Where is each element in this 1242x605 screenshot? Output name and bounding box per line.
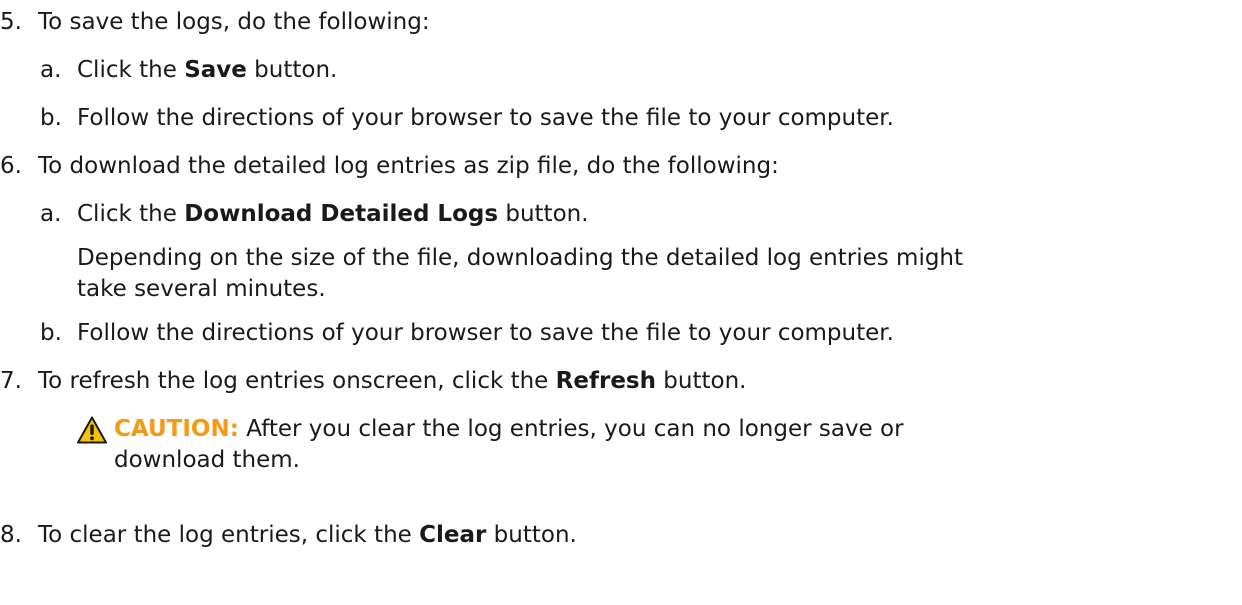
step-text-pre: Click the: [77, 201, 185, 227]
step-5a: a. Click the Save button.: [40, 55, 338, 85]
step-5b: b. Follow the directions of your browser…: [40, 103, 894, 133]
step-7: 7. To refresh the log entries onscreen, …: [0, 366, 747, 396]
step-number: 7.: [0, 368, 22, 394]
ui-term-save: Save: [184, 57, 247, 83]
substep-letter: a.: [40, 201, 62, 227]
step-number: 6.: [0, 153, 22, 179]
step-text-pre: To clear the log entries, click the: [38, 522, 420, 548]
step-text: Follow the directions of your browser to…: [77, 320, 894, 346]
step-6a-note: Depending on the size of the file, downl…: [77, 243, 963, 305]
step-number: 5.: [0, 9, 22, 35]
step-text: To download the detailed log entries as …: [38, 153, 779, 179]
step-text: To save the logs, do the following:: [38, 9, 430, 35]
substep-letter: b.: [40, 320, 62, 346]
step-text-post: button.: [246, 57, 338, 83]
step-6: 6. To download the detailed log entries …: [0, 151, 779, 181]
step-text-pre: Click the: [77, 57, 185, 83]
step-text-post: button.: [655, 368, 747, 394]
note-line-1: Depending on the size of the file, downl…: [77, 245, 964, 271]
substep-letter: a.: [40, 57, 62, 83]
step-5: 5. To save the logs, do the following:: [0, 7, 430, 37]
step-text-post: button.: [498, 201, 589, 227]
ui-term-clear: Clear: [419, 522, 487, 548]
caution-line-2: download them.: [114, 447, 300, 473]
warning-triangle-icon: [77, 416, 107, 444]
step-6a: a. Click the Download Detailed Logs butt…: [40, 199, 589, 229]
step-text: Follow the directions of your browser to…: [77, 105, 894, 131]
note-line-2: take several minutes.: [77, 276, 326, 302]
caution-line-1: CAUTION: After you clear the log entries…: [114, 414, 904, 445]
step-text-post: button.: [486, 522, 577, 548]
ui-term-refresh: Refresh: [555, 368, 656, 394]
caution-label: CAUTION:: [114, 416, 239, 442]
step-number: 8.: [0, 522, 22, 548]
step-6b: b. Follow the directions of your browser…: [40, 318, 894, 348]
step-text-pre: To refresh the log entries onscreen, cli…: [38, 368, 556, 394]
document-page: 5. To save the logs, do the following: a…: [0, 0, 1242, 605]
step-8: 8. To clear the log entries, click the C…: [0, 520, 577, 550]
substep-letter: b.: [40, 105, 62, 131]
ui-term-download-detailed-logs: Download Detailed Logs: [184, 201, 499, 227]
caution-text: After you clear the log entries, you can…: [238, 416, 904, 442]
